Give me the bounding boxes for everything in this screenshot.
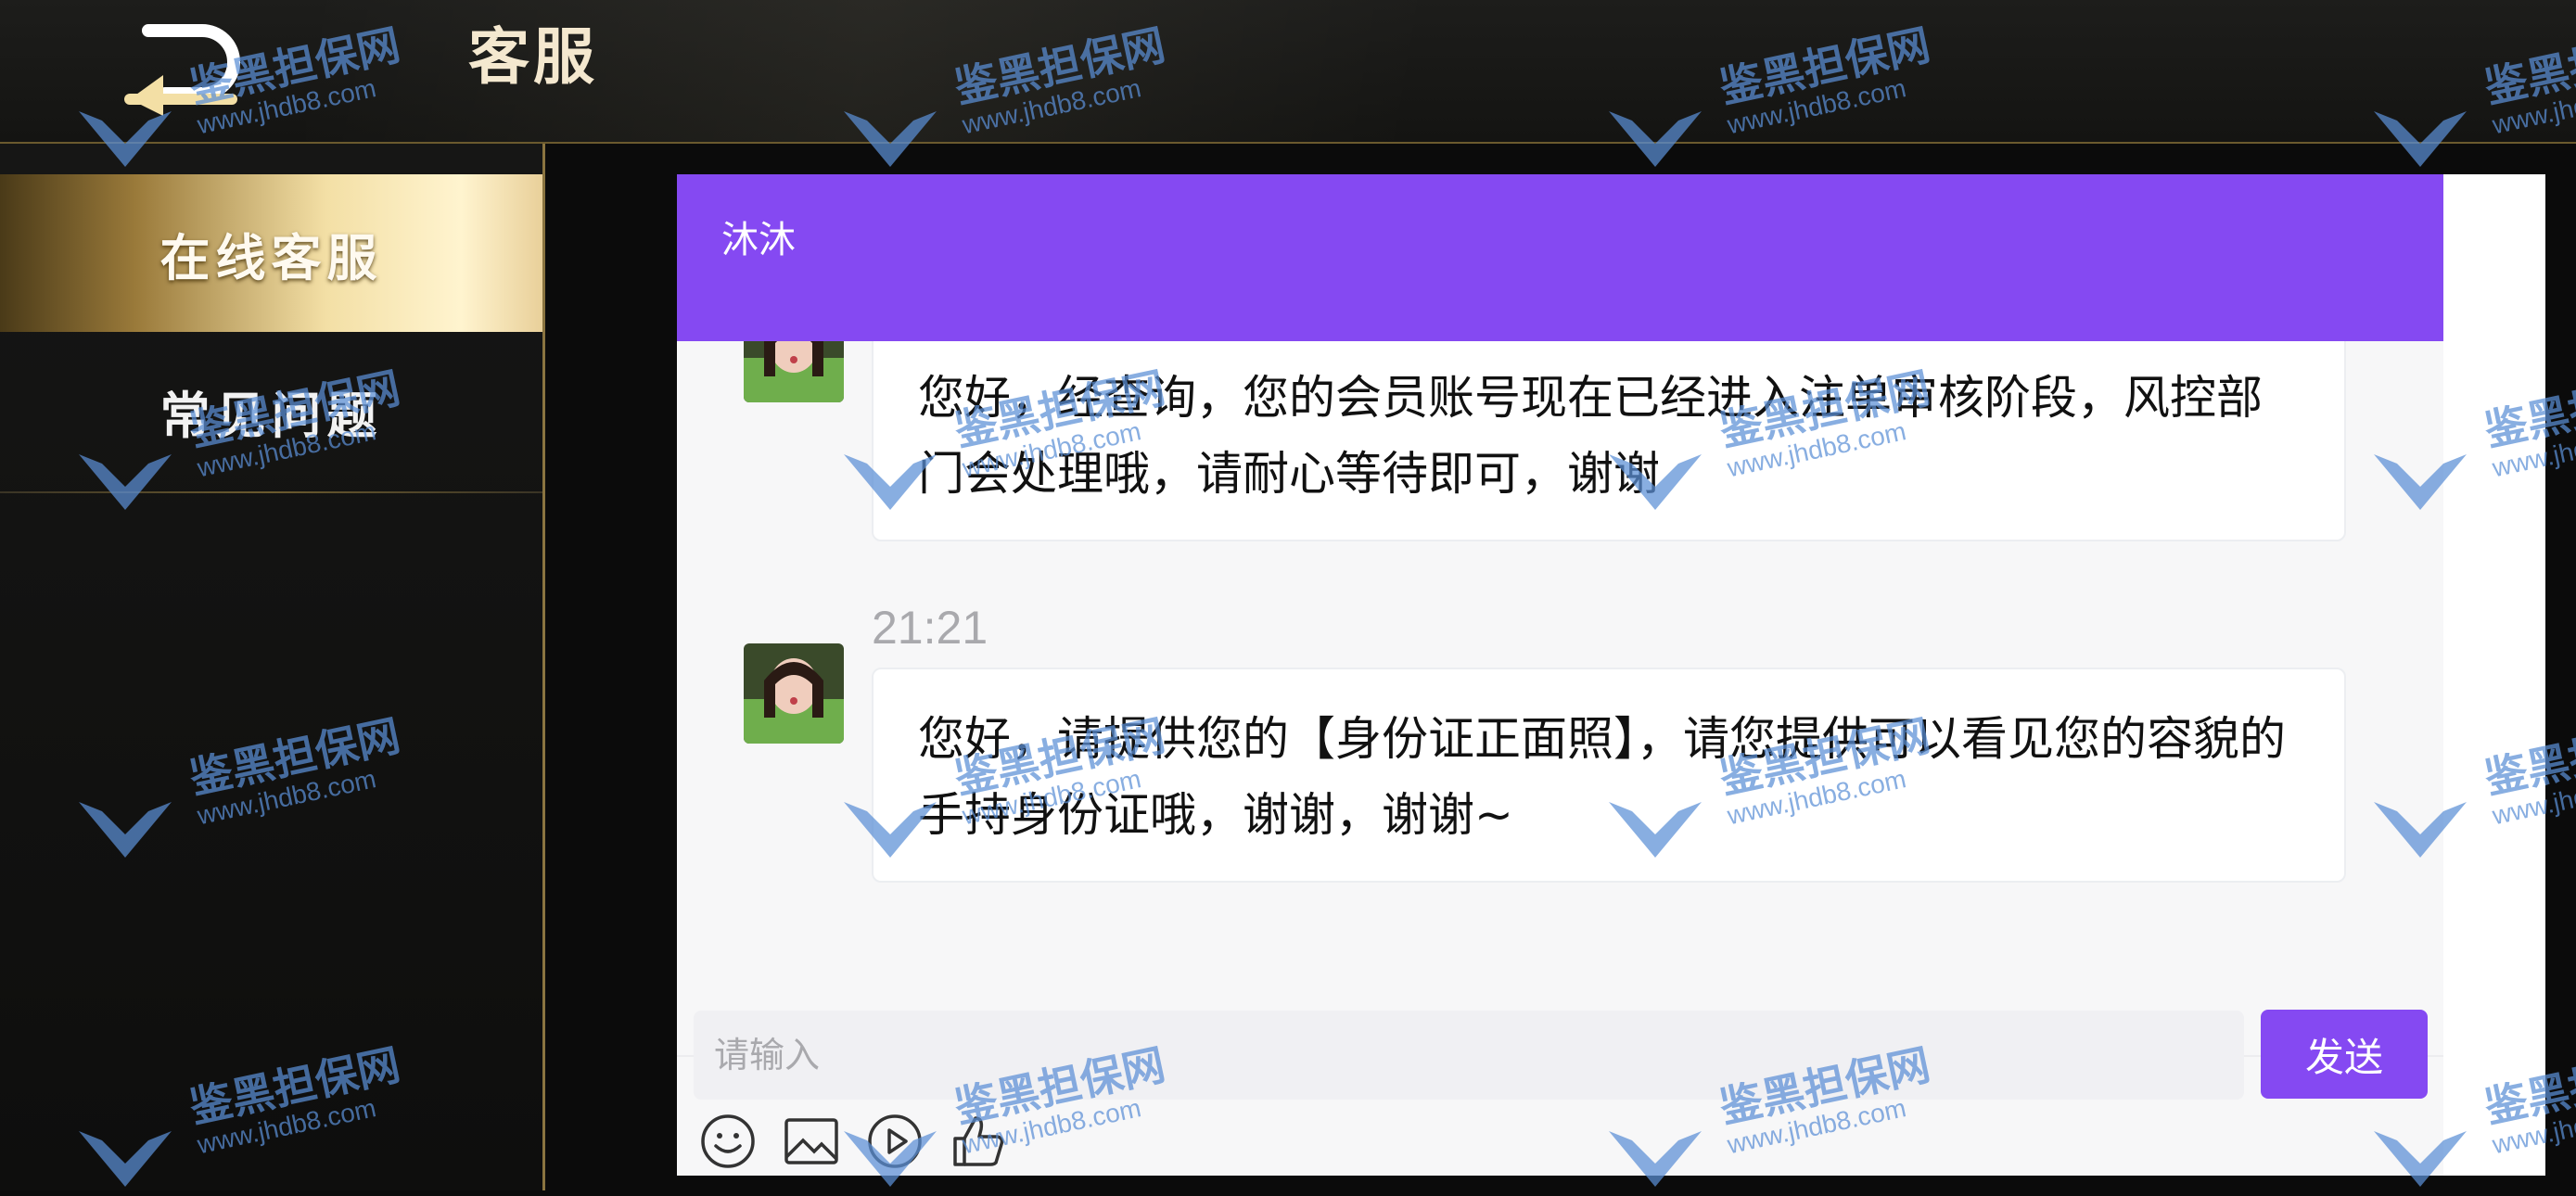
thumbs-up-icon[interactable] xyxy=(948,1111,1009,1172)
sidebar-item-label: 常见问题 xyxy=(159,386,383,445)
chat-right-margin xyxy=(2443,174,2545,1176)
sidebar-divider xyxy=(0,491,542,493)
message-timestamp: 21:21 xyxy=(872,602,988,654)
page-title: 客服 xyxy=(468,21,598,93)
image-icon[interactable] xyxy=(781,1111,842,1172)
back-button[interactable] xyxy=(121,23,250,116)
send-button[interactable]: 发送 xyxy=(2261,1010,2428,1099)
video-icon[interactable] xyxy=(864,1111,925,1172)
sidebar-item-label: 在线客服 xyxy=(159,228,383,287)
chat-header: 沐沐 xyxy=(677,174,2443,341)
chat-panel: 沐沐 您好，经查询，您的会员账号现在已经进入注单审核阶段，风控部门会处理哦，请耐… xyxy=(677,174,2443,1176)
top-bar: 客服 xyxy=(0,0,2576,144)
emoji-icon[interactable] xyxy=(697,1111,759,1172)
back-arrow-icon xyxy=(124,24,240,116)
agent-name: 沐沐 xyxy=(721,219,796,261)
agent-avatar xyxy=(744,341,844,402)
message-bubble: 您好，经查询，您的会员账号现在已经进入注单审核阶段，风控部门会处理哦，请耐心等待… xyxy=(872,341,2346,541)
sidebar-item-online-service[interactable]: 在线客服 xyxy=(0,174,542,332)
sidebar-item-faq[interactable]: 常见问题 xyxy=(0,332,542,490)
message-list[interactable]: 您好，经查询，您的会员账号现在已经进入注单审核阶段，风控部门会处理哦，请耐心等待… xyxy=(677,341,2443,1055)
agent-avatar xyxy=(744,643,844,744)
message-input[interactable] xyxy=(694,1011,2244,1100)
message-bubble: 您好，请提供您的【身份证正面照】，请您提供可以看见您的容貌的手持身份证哦，谢谢，… xyxy=(872,668,2346,883)
sidebar: 在线客服 常见问题 xyxy=(0,144,545,1190)
